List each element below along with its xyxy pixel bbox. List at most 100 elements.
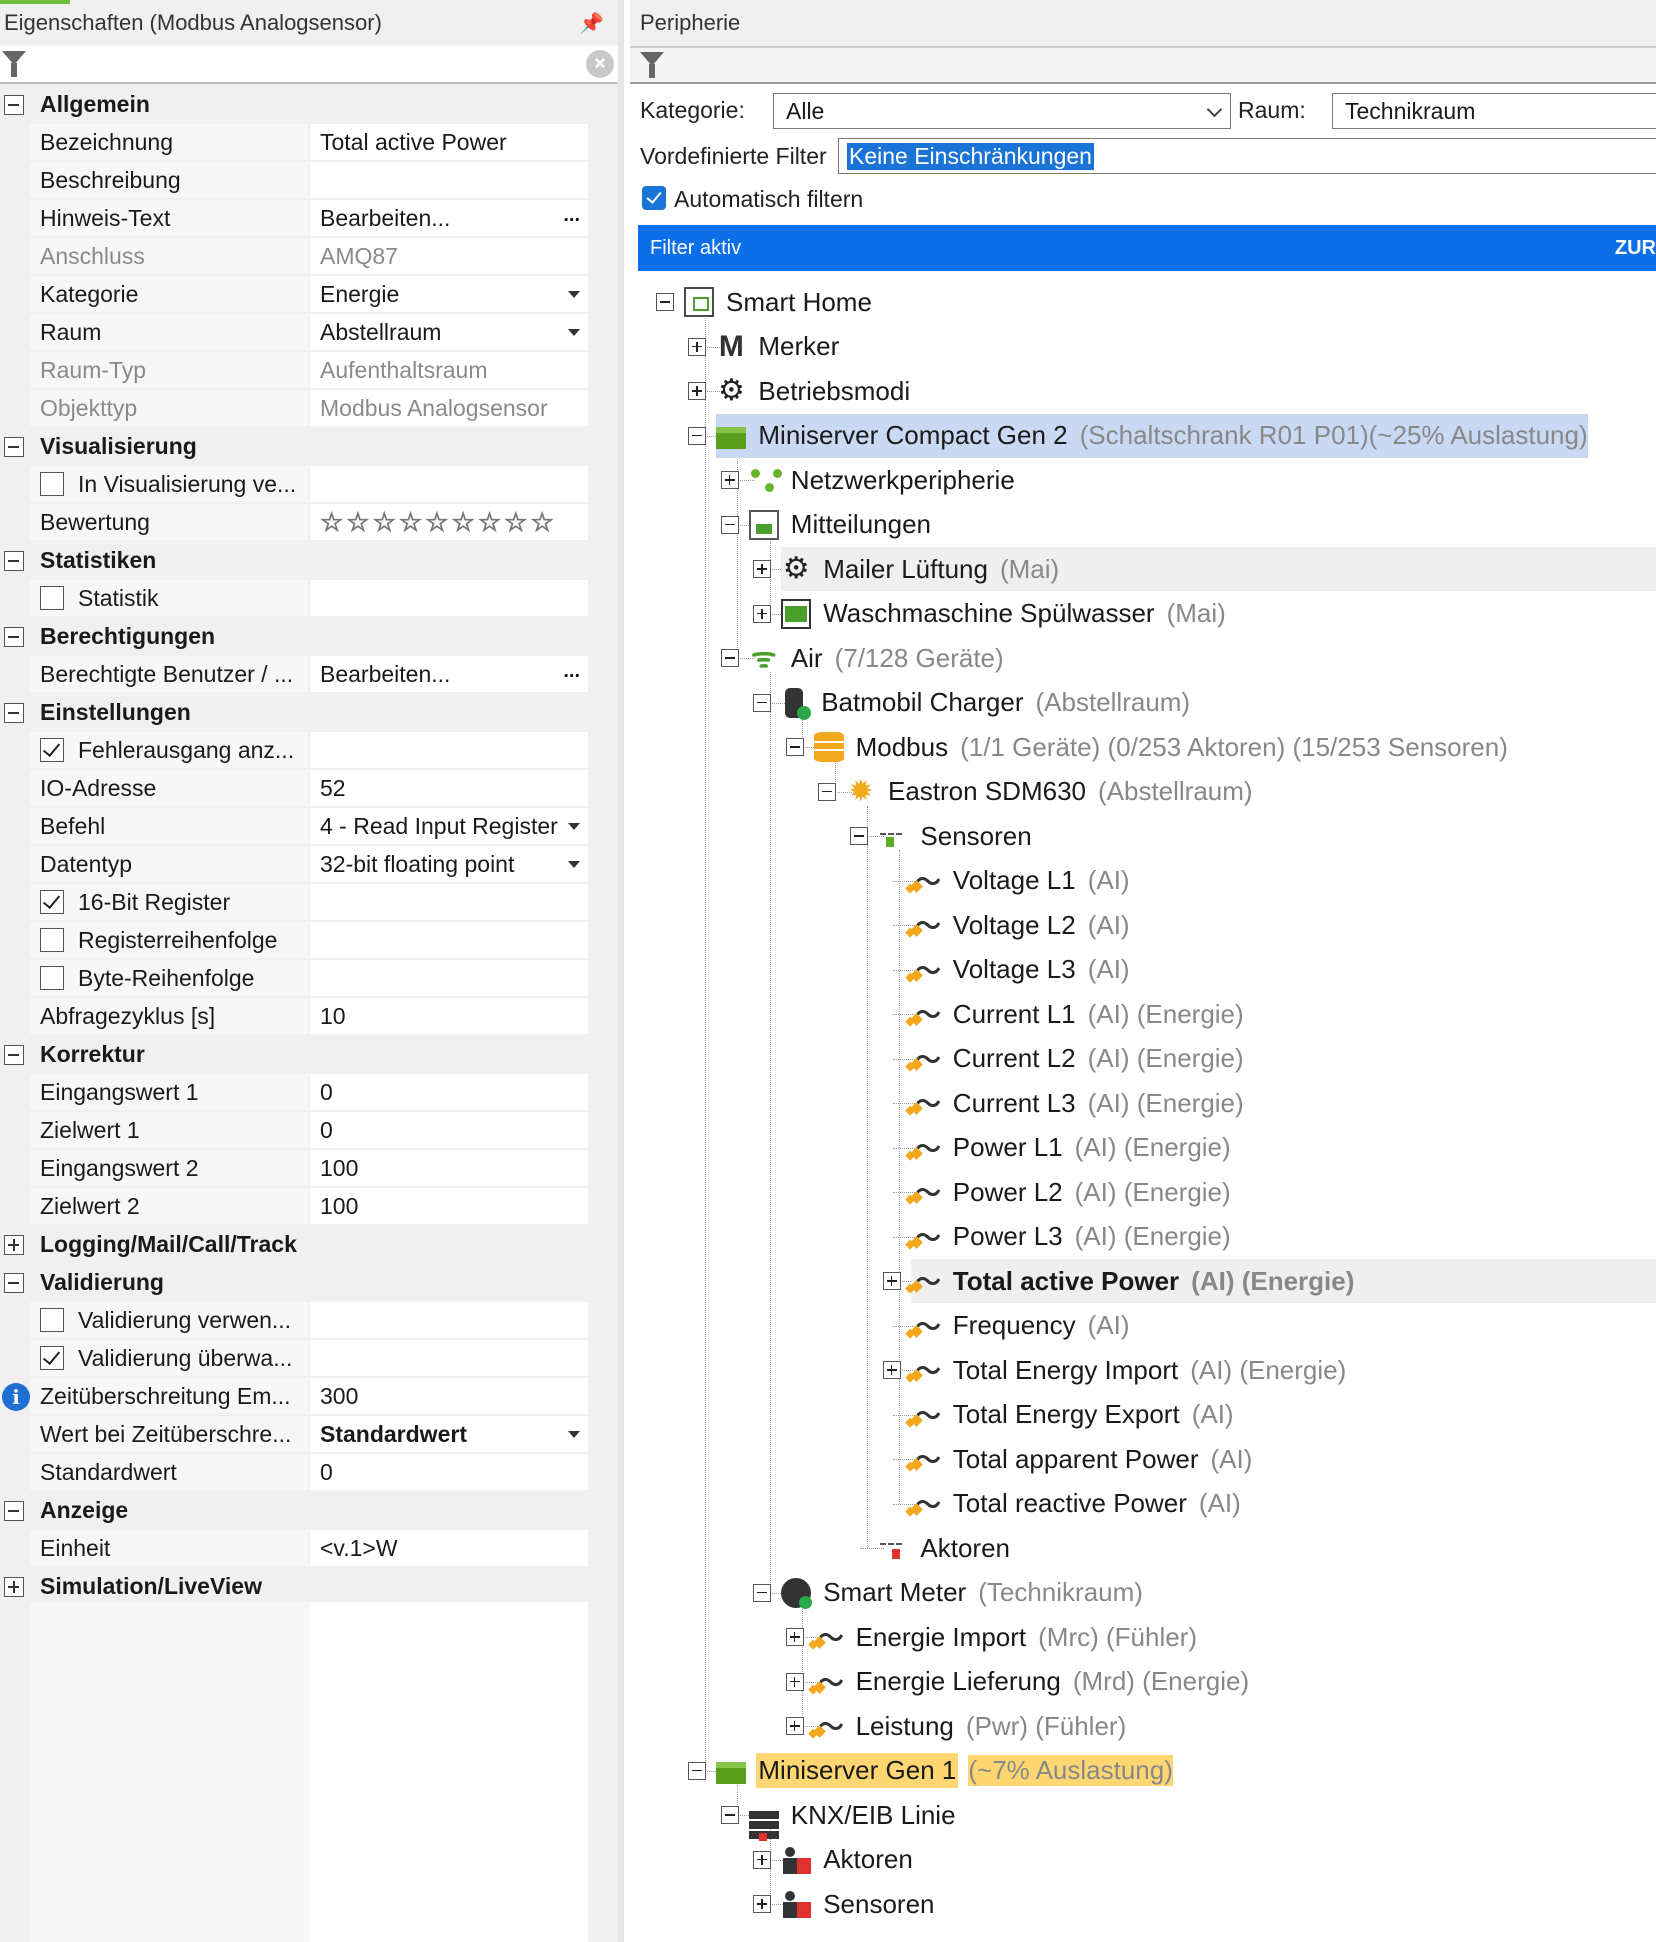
- tree-node[interactable]: Miniserver Gen 1 (~7% Auslastung): [716, 1749, 1173, 1793]
- ellipsis-button[interactable]: ...: [563, 660, 580, 683]
- dropdown-arrow-icon[interactable]: [568, 329, 580, 336]
- tree-node[interactable]: ⚙ Betriebsmodi: [716, 369, 912, 413]
- property-value[interactable]: 32-bit floating point: [310, 846, 588, 882]
- tree-node[interactable]: Waschmaschine Spülwasser (Mai): [781, 592, 1226, 636]
- category-row[interactable]: Einstellungen: [0, 694, 588, 732]
- collapse-icon[interactable]: [688, 1761, 707, 1780]
- tree-node[interactable]: Total active Power (AI) (Energie): [910, 1259, 1656, 1303]
- property-value[interactable]: 52: [310, 770, 588, 806]
- tree-node[interactable]: Total reactive Power (AI): [911, 1482, 1241, 1526]
- tree-node[interactable]: Batmobil Charger (Abstellraum): [781, 681, 1190, 725]
- vordefinierte-filter-input[interactable]: Keine Einschränkungen: [838, 138, 1656, 174]
- funnel-icon[interactable]: [640, 52, 664, 78]
- ellipsis-button[interactable]: ...: [563, 204, 580, 227]
- tree-node[interactable]: Power L3 (AI) (Energie): [911, 1215, 1231, 1259]
- tree-node[interactable]: Power L2 (AI) (Energie): [911, 1170, 1231, 1214]
- clear-icon[interactable]: ×: [586, 50, 614, 78]
- property-value[interactable]: 10: [310, 998, 588, 1034]
- collapse-icon[interactable]: [4, 551, 24, 571]
- tree-node[interactable]: Smart Home: [684, 280, 874, 324]
- tree-node[interactable]: Energie Import (Mrc) (Fühler): [814, 1615, 1197, 1659]
- tree-node[interactable]: Leistung (Pwr) (Fühler): [814, 1704, 1127, 1748]
- tree-node[interactable]: ✹ Eastron SDM630 (Abstellraum): [846, 770, 1252, 814]
- expand-icon[interactable]: [785, 1628, 804, 1646]
- expand-icon[interactable]: [882, 1361, 901, 1379]
- tree-node[interactable]: ⚙ Mailer Lüftung (Mai): [781, 547, 1656, 591]
- property-value[interactable]: Bearbeiten......: [310, 656, 588, 692]
- property-value[interactable]: 4 - Read Input Register: [310, 808, 588, 844]
- checkbox[interactable]: [40, 586, 64, 610]
- collapse-icon[interactable]: [4, 1501, 24, 1521]
- checkbox[interactable]: [40, 1308, 64, 1332]
- tree-node[interactable]: Frequency (AI): [911, 1304, 1130, 1348]
- category-row[interactable]: Berechtigungen: [0, 618, 588, 656]
- collapse-icon[interactable]: [4, 95, 24, 115]
- auto-filter-checkbox[interactable]: [642, 186, 666, 210]
- expand-icon[interactable]: [882, 1272, 901, 1290]
- filter-reset-link[interactable]: ZUR: [1615, 237, 1656, 260]
- collapse-icon[interactable]: [753, 1583, 772, 1602]
- collapse-icon[interactable]: [688, 426, 707, 445]
- expand-icon[interactable]: [688, 337, 707, 356]
- raum-select[interactable]: Technikraum: [1332, 93, 1656, 129]
- checkbox[interactable]: [40, 928, 64, 952]
- expand-icon[interactable]: [4, 1235, 24, 1255]
- tree-node[interactable]: Voltage L2 (AI): [911, 903, 1130, 947]
- property-value[interactable]: 0: [310, 1074, 588, 1110]
- tree-node[interactable]: Smart Meter (Technikraum): [781, 1571, 1143, 1615]
- tree-node[interactable]: ᯤ Air (7/128 Geräte): [749, 636, 1004, 680]
- expand-icon[interactable]: [785, 1672, 804, 1691]
- collapse-icon[interactable]: [720, 515, 739, 534]
- property-value[interactable]: 300: [310, 1378, 588, 1414]
- tree-node[interactable]: Voltage L1 (AI): [911, 859, 1130, 903]
- tree-node[interactable]: Mitteilungen: [748, 503, 933, 547]
- category-row[interactable]: Logging/Mail/Call/Track: [0, 1226, 588, 1264]
- checkbox[interactable]: [40, 890, 64, 914]
- category-row[interactable]: Korrektur: [0, 1036, 588, 1074]
- category-row[interactable]: Statistiken: [0, 542, 588, 580]
- collapse-icon[interactable]: [720, 649, 739, 667]
- tree-node[interactable]: Sensoren: [878, 814, 1033, 858]
- collapse-icon[interactable]: [850, 827, 869, 845]
- collapse-icon[interactable]: [4, 1045, 24, 1065]
- category-row[interactable]: Allgemein: [0, 86, 588, 124]
- tree-node[interactable]: Miniserver Compact Gen 2 (Schaltschrank R…: [716, 413, 1588, 458]
- tree-node[interactable]: Netzwerkperipherie: [749, 458, 1017, 502]
- dropdown-arrow-icon[interactable]: [568, 1431, 580, 1438]
- dropdown-arrow-icon[interactable]: [568, 861, 580, 868]
- collapse-icon[interactable]: [4, 437, 24, 457]
- property-value[interactable]: <v.1>W: [310, 1530, 588, 1566]
- pin-icon[interactable]: 📌: [579, 11, 604, 36]
- expand-icon[interactable]: [753, 560, 772, 578]
- property-value[interactable]: ☆☆☆☆☆☆☆☆☆: [310, 504, 588, 540]
- collapse-icon[interactable]: [4, 703, 24, 723]
- tree-node[interactable]: Aktoren: [781, 1838, 915, 1882]
- tree-node[interactable]: Current L2 (AI) (Energie): [911, 1037, 1244, 1081]
- collapse-icon[interactable]: [4, 1273, 24, 1293]
- collapse-icon[interactable]: [785, 738, 804, 756]
- property-value[interactable]: 100: [310, 1188, 588, 1224]
- peripherie-filter-bar[interactable]: [630, 46, 1656, 84]
- expand-icon[interactable]: [720, 471, 739, 489]
- category-row[interactable]: Visualisierung: [0, 428, 588, 466]
- tree-node[interactable]: Energie Lieferung (Mrd) (Energie): [814, 1660, 1250, 1704]
- property-value[interactable]: [310, 162, 588, 198]
- funnel-icon[interactable]: [2, 51, 26, 77]
- property-value[interactable]: Abstellraum: [310, 314, 588, 350]
- category-row[interactable]: Anzeige: [0, 1492, 588, 1530]
- checkbox[interactable]: [40, 738, 64, 762]
- expand-icon[interactable]: [753, 1850, 772, 1869]
- dropdown-arrow-icon[interactable]: [568, 823, 580, 830]
- property-value[interactable]: Standardwert: [310, 1416, 588, 1452]
- tree-node[interactable]: Aktoren: [878, 1526, 1012, 1570]
- checkbox[interactable]: [40, 1346, 64, 1370]
- property-value[interactable]: 0: [310, 1454, 588, 1490]
- category-row[interactable]: Simulation/LiveView: [0, 1568, 588, 1606]
- expand-icon[interactable]: [753, 604, 772, 623]
- checkbox[interactable]: [40, 472, 64, 496]
- property-value[interactable]: Aufenthaltsraum: [310, 352, 588, 388]
- kategorie-select[interactable]: Alle: [773, 93, 1231, 129]
- category-row[interactable]: Validierung: [0, 1264, 588, 1302]
- tree-node[interactable]: Voltage L3 (AI): [911, 948, 1130, 992]
- expand-icon[interactable]: [753, 1895, 772, 1913]
